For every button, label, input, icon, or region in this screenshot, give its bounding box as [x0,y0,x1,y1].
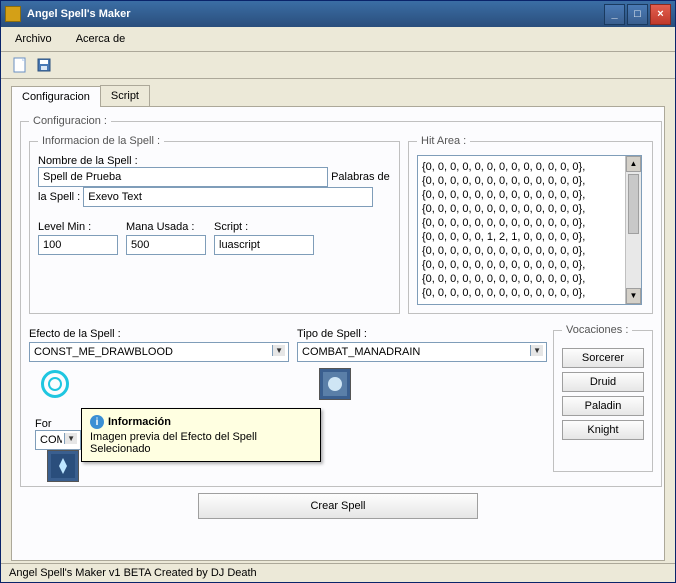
scrollbar[interactable]: ▲ ▼ [625,156,641,304]
info-icon: i [90,415,104,429]
select-efecto[interactable]: CONST_ME_DRAWBLOOD [29,342,289,362]
group-vocaciones: Vocaciones : Sorcerer Druid Paladin Knig… [553,324,653,472]
menubar: Archivo Acerca de [1,27,675,52]
minimize-button[interactable]: _ [604,4,625,25]
input-script[interactable] [214,235,314,255]
voc-druid-button[interactable]: Druid [562,372,644,392]
group-config-label: Configuracion : [29,115,111,127]
select-for[interactable]: COM [35,430,81,450]
scroll-up-icon[interactable]: ▲ [626,156,641,172]
input-levelmin[interactable] [38,235,118,255]
scroll-thumb[interactable] [628,174,639,234]
voc-knight-button[interactable]: Knight [562,420,644,440]
effect-circle-icon [41,370,69,398]
group-voc-label: Vocaciones : [562,324,632,336]
toolbar [1,52,675,79]
label-nombre: Nombre de la Spell : [38,155,138,167]
label-script: Script : [214,221,314,233]
label-efecto: Efecto de la Spell : [29,328,289,340]
group-configuracion: Configuracion : Informacion de la Spell … [20,115,662,487]
group-hit-label: Hit Area : [417,135,470,147]
input-nombre[interactable] [38,167,328,187]
tooltip-body: Imagen previa del Efecto del Spell Selec… [90,431,312,455]
input-mana[interactable] [126,235,206,255]
group-info: Informacion de la Spell : Nombre de la S… [29,135,400,314]
menu-acerca[interactable]: Acerca de [72,31,130,47]
label-mana: Mana Usada : [126,221,206,233]
tipo-preview-icon [319,368,351,400]
new-icon[interactable] [11,56,29,74]
input-palabras[interactable] [83,187,373,207]
hitarea-text[interactable]: {0, 0, 0, 0, 0, 0, 0, 0, 0, 0, 0, 0, 0},… [417,155,642,305]
titlebar: Angel Spell's Maker _ □ × [1,1,675,27]
group-info-label: Informacion de la Spell : [38,135,164,147]
tab-strip: Configuracion Script [11,85,665,106]
crear-spell-button[interactable]: Crear Spell [198,493,478,519]
tooltip-info: i Información Imagen previa del Efecto de… [81,408,321,462]
save-icon[interactable] [35,56,53,74]
maximize-button[interactable]: □ [627,4,648,25]
close-button[interactable]: × [650,4,671,25]
status-bar: Angel Spell's Maker v1 BETA Created by D… [1,563,675,582]
tab-script[interactable]: Script [100,85,150,106]
label-levelmin: Level Min : [38,221,118,233]
window-title: Angel Spell's Maker [27,8,604,20]
app-icon [5,6,21,22]
menu-archivo[interactable]: Archivo [11,31,56,47]
label-tipo: Tipo de Spell : [297,328,547,340]
group-hitarea: Hit Area : {0, 0, 0, 0, 0, 0, 0, 0, 0, 0… [408,135,653,314]
select-tipo[interactable]: COMBAT_MANADRAIN [297,342,547,362]
scroll-down-icon[interactable]: ▼ [626,288,641,304]
voc-sorcerer-button[interactable]: Sorcerer [562,348,644,368]
for-preview-icon [47,450,79,482]
tab-configuracion[interactable]: Configuracion [11,86,101,107]
label-for: For [35,418,52,430]
tooltip-title: Información [108,416,171,428]
voc-paladin-button[interactable]: Paladin [562,396,644,416]
